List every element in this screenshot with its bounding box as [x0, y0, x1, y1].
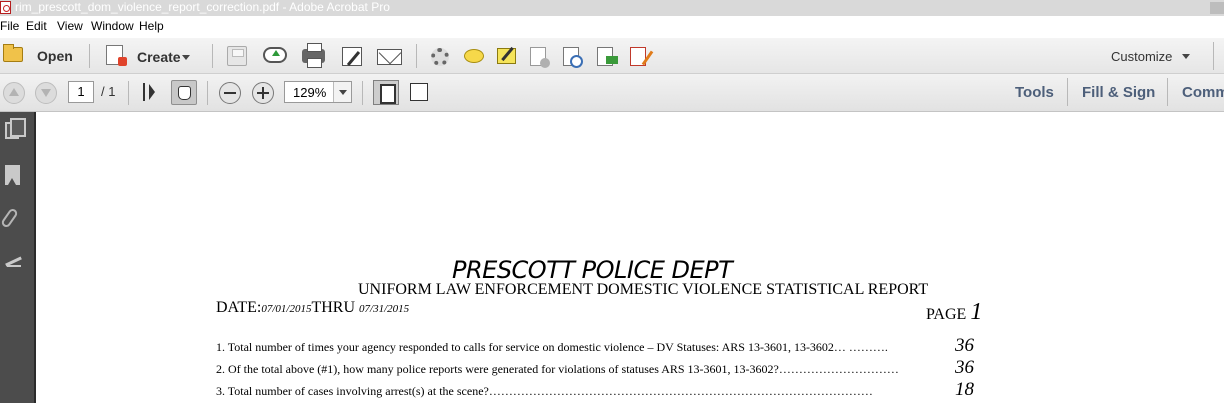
comment-icon[interactable]: [464, 49, 484, 63]
window-title: rim_prescott_dom_violence_report_correct…: [15, 0, 390, 14]
answer-1: 36: [955, 335, 974, 356]
toolbar-divider: [1213, 42, 1214, 70]
print-icon[interactable]: [302, 43, 325, 68]
hand-icon: [178, 86, 191, 100]
toolbar-divider: [1167, 78, 1168, 106]
fill-sign-pane-button[interactable]: Fill & Sign: [1082, 84, 1155, 101]
cloud-upload-icon[interactable]: [263, 47, 287, 63]
customize-button[interactable]: Customize: [1111, 49, 1172, 64]
gear-icon[interactable]: [431, 48, 449, 66]
toolbar-divider: [89, 44, 90, 68]
comment-pane-button[interactable]: Comm: [1182, 84, 1224, 101]
window-controls[interactable]: [1210, 2, 1224, 14]
toolbar-divider: [1067, 78, 1068, 106]
menu-window[interactable]: Window: [91, 19, 134, 34]
hand-tool-button[interactable]: [171, 80, 197, 105]
report-page: PAGE 1: [926, 299, 982, 326]
date-label: DATE:: [216, 299, 262, 316]
thru-label: THRU: [311, 299, 356, 316]
menu-view[interactable]: View: [57, 19, 83, 34]
signature-icon[interactable]: [5, 253, 22, 269]
export-document-icon[interactable]: [597, 47, 618, 66]
fit-page-button[interactable]: [373, 80, 399, 105]
select-tool-icon[interactable]: [143, 82, 161, 102]
report-subtitle: UNIFORM LAW ENFORCEMENT DOMESTIC VIOLENC…: [358, 281, 929, 298]
create-dropdown-icon[interactable]: [182, 55, 190, 60]
title-bar: rim_prescott_dom_violence_report_correct…: [0, 0, 1224, 16]
arrow-up-icon: [9, 88, 19, 96]
page-total: / 1: [101, 84, 116, 99]
create-pdf-icon[interactable]: [106, 45, 127, 66]
answer-2: 36: [955, 357, 974, 378]
arrow-down-icon: [41, 89, 51, 97]
acrobat-app-icon: [0, 1, 11, 14]
page-label: PAGE: [926, 306, 967, 323]
question-3: 3. Total number of cases involving arres…: [216, 384, 873, 398]
question-2: 2. Of the total above (#1), how many pol…: [216, 362, 899, 376]
folder-icon[interactable]: [3, 44, 23, 62]
previous-page-button[interactable]: [3, 82, 25, 104]
tools-pane-button[interactable]: Tools: [1015, 84, 1054, 101]
date-from: 07/01/2015: [261, 303, 312, 315]
search-document-icon[interactable]: [563, 47, 583, 68]
menu-file[interactable]: File: [0, 19, 19, 34]
question-1: 1. Total number of times your agency res…: [216, 340, 888, 354]
fit-width-button[interactable]: [408, 80, 430, 105]
zoom-dropdown-icon[interactable]: [333, 82, 351, 102]
highlight-icon[interactable]: [497, 48, 516, 64]
page-title: PRESCOTT POLICE DEPT: [452, 256, 733, 284]
edit-document-icon[interactable]: [342, 47, 362, 66]
page-thumbnails-icon[interactable]: [5, 118, 26, 139]
edit-pdf-icon[interactable]: [630, 47, 646, 66]
open-button[interactable]: Open: [37, 48, 73, 64]
toolbar-divider: [128, 81, 129, 105]
zoom-select[interactable]: 129%: [284, 81, 352, 103]
next-page-button[interactable]: [35, 82, 57, 104]
page-number-input[interactable]: 1: [68, 81, 94, 103]
toolbar-divider: [207, 81, 208, 105]
bookmark-icon[interactable]: [5, 165, 20, 185]
report-date-range: DATE:07/01/2015THRU 07/31/2015: [216, 299, 409, 317]
email-icon[interactable]: [377, 49, 402, 65]
toolbar-divider: [212, 44, 213, 68]
main-toolbar: Open Create Customize: [0, 38, 1224, 74]
date-to: 07/31/2015: [359, 303, 410, 315]
menu-help[interactable]: Help: [139, 19, 164, 34]
menu-edit[interactable]: Edit: [26, 19, 47, 34]
create-button[interactable]: Create: [137, 49, 181, 65]
page-number: 1: [970, 299, 983, 325]
zoom-in-button[interactable]: [252, 82, 274, 104]
menu-bar: File Edit View Window Help: [0, 16, 1224, 38]
zoom-out-button[interactable]: [219, 82, 241, 104]
toolbar-divider: [416, 44, 417, 68]
customize-dropdown-icon[interactable]: [1182, 54, 1190, 59]
zoom-value: 129%: [293, 85, 327, 100]
remove-document-icon[interactable]: [530, 47, 550, 68]
answer-3: 18: [955, 379, 974, 400]
toolbar-divider: [362, 81, 363, 105]
save-icon[interactable]: [227, 46, 247, 66]
